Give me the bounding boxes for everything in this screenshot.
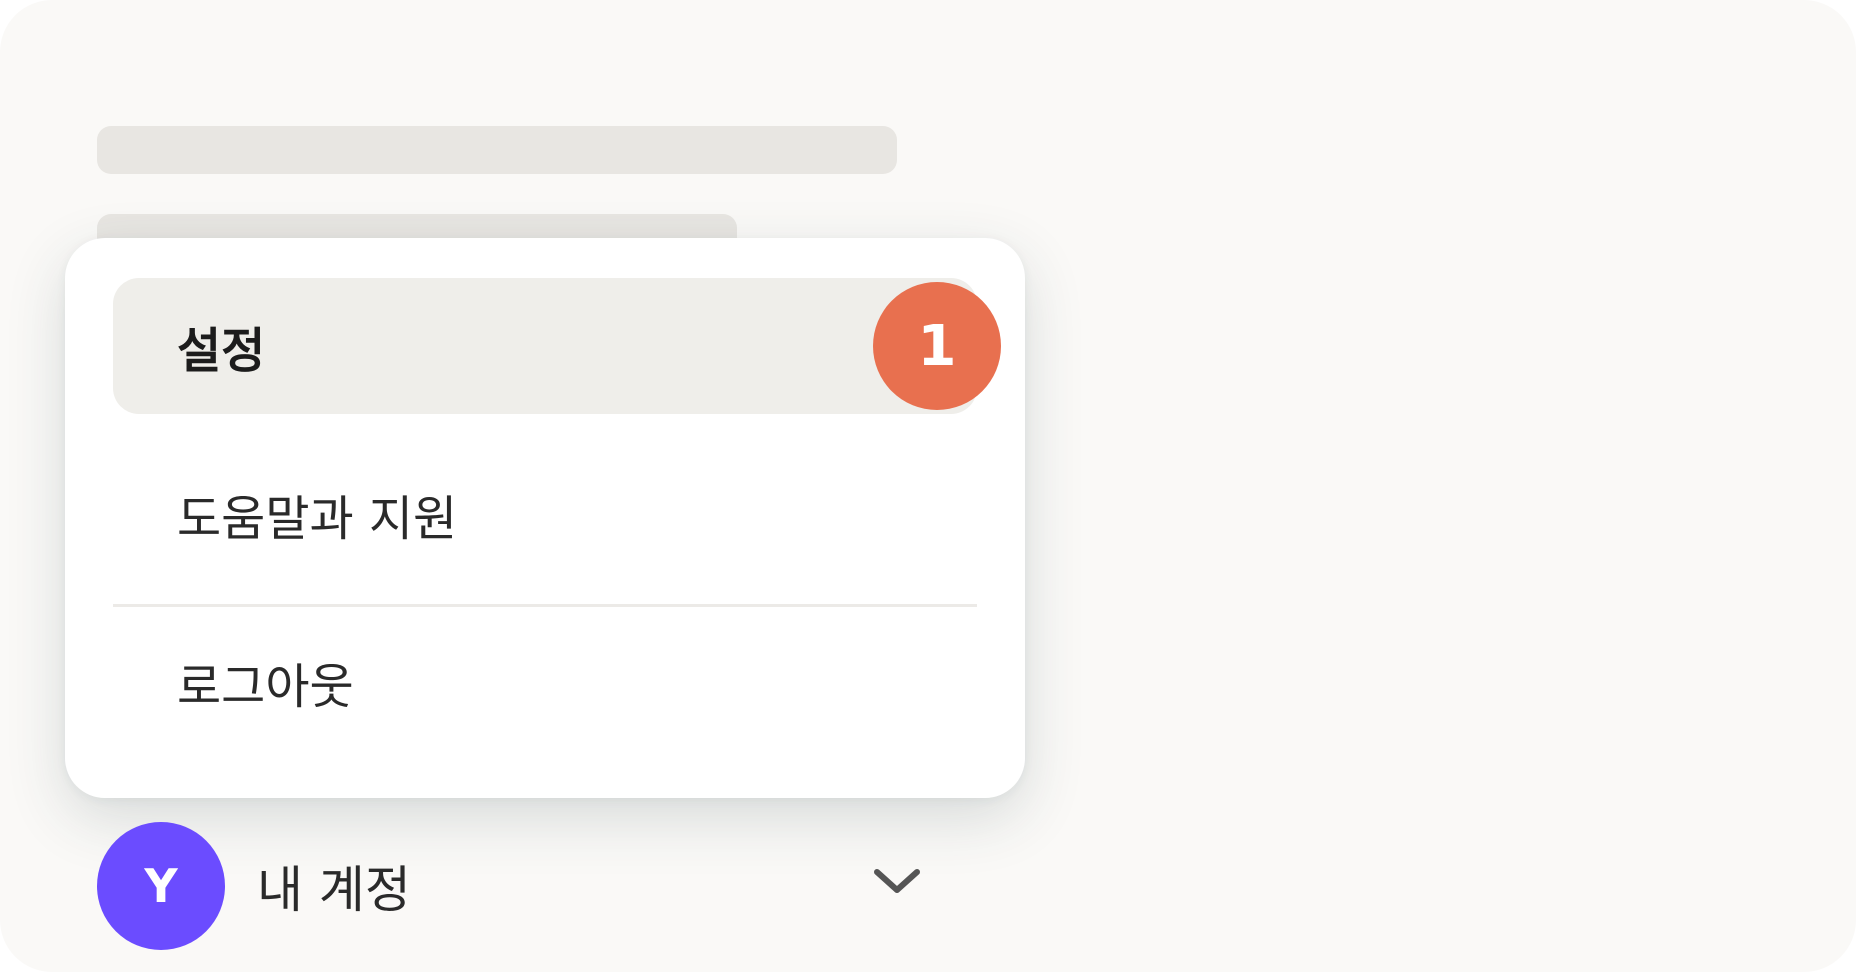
- menu-item-help-support[interactable]: 도움말과 지원: [113, 446, 977, 582]
- avatar: Y: [97, 822, 225, 950]
- menu-item-label: 로그아웃: [177, 659, 354, 715]
- menu-item-logout[interactable]: 로그아웃: [113, 614, 977, 750]
- account-name: 내 계정: [257, 861, 411, 919]
- menu-item-label: 도움말과 지원: [177, 491, 458, 547]
- notification-badge: 1: [873, 282, 1001, 410]
- chevron-down-icon[interactable]: [867, 852, 927, 912]
- account-dropdown-menu: 설정 1 도움말과 지원 로그아웃: [65, 238, 1025, 798]
- menu-item-settings[interactable]: 설정: [113, 278, 977, 414]
- skeleton-line: [97, 126, 897, 174]
- menu-divider: [113, 604, 977, 607]
- account-button[interactable]: Y 내 계정: [97, 822, 937, 950]
- menu-item-label: 설정: [177, 323, 266, 379]
- sidebar-panel: 설정 1 도움말과 지원 로그아웃 Y 내 계정: [0, 0, 1856, 972]
